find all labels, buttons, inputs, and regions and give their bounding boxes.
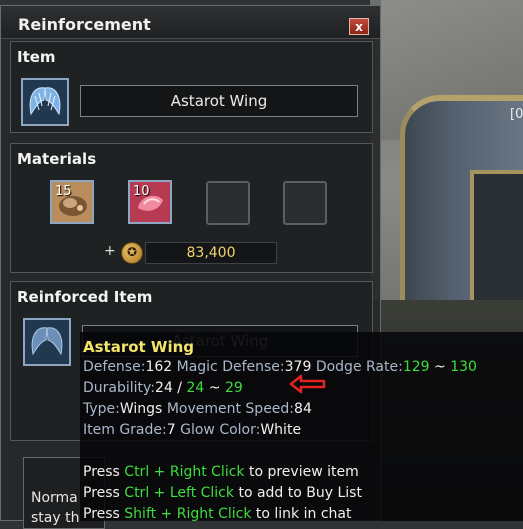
durability-max: 29	[224, 380, 243, 396]
material-slot-3[interactable]	[206, 181, 250, 225]
materials-section-title: Materials	[17, 150, 97, 168]
dodge-rate-sep: ~	[429, 359, 451, 375]
durability-label: Durability:	[83, 380, 156, 396]
item-grade-value: 7	[166, 422, 176, 438]
reinforced-section-title: Reinforced Item	[17, 288, 153, 306]
movement-speed-value: 84	[294, 401, 312, 417]
tooltip-stats-line: Defense:162 Magic Defense:379 Dodge Rate…	[83, 359, 477, 375]
hint-preview-key: Ctrl + Right Click	[124, 464, 245, 480]
tooltip-hint-chat: Press Shift + Right Click to link in cha…	[83, 506, 351, 522]
defense-label: Defense:	[83, 359, 146, 375]
wing-icon	[23, 80, 67, 124]
cost-value: 83,400	[145, 242, 277, 264]
red-arrow-icon	[289, 374, 326, 394]
material-count-1: 15	[55, 184, 72, 199]
dodge-rate-max: 130	[450, 359, 477, 375]
hint-chat-pre: Press	[83, 506, 125, 522]
defense-value: 162	[145, 359, 173, 375]
notice-text: Norma stay th	[31, 488, 79, 528]
wing-icon	[25, 320, 69, 364]
notice-line-1: Norma	[31, 490, 78, 506]
movement-speed-label: Movement Speed:	[166, 401, 295, 417]
material-count-2: 10	[133, 184, 150, 199]
window-titlebar[interactable]: Reinforcement x	[1, 6, 380, 39]
item-section-title: Item	[17, 48, 56, 66]
close-button[interactable]: x	[349, 18, 369, 35]
type-label: Type:	[83, 401, 120, 417]
item-section: Item Astarot Wing	[10, 41, 373, 133]
tooltip-durability-line: Durability:24 / 24 ~ 29	[83, 380, 243, 396]
cost-plus-sign: +	[104, 243, 116, 259]
hint-chat-post: to link in chat	[251, 506, 352, 522]
notice-line-2: stay th	[31, 510, 80, 526]
scene-corner-mark: [0	[510, 107, 523, 122]
item-tooltip: Astarot Wing Defense:162 Magic Defense:3…	[80, 332, 523, 522]
hint-preview-post: to preview item	[244, 464, 359, 480]
hint-preview-pre: Press	[83, 464, 125, 480]
glow-color-label: Glow Color:	[180, 422, 261, 438]
glow-color-value: White	[260, 422, 302, 438]
item-slot[interactable]	[21, 78, 69, 126]
item-grade-label: Item Grade:	[83, 422, 167, 438]
dodge-rate-min: 129	[402, 359, 430, 375]
durability-sep: /	[172, 380, 187, 396]
durability-min: 24	[186, 380, 205, 396]
tooltip-hint-preview: Press Ctrl + Right Click to preview item	[83, 464, 359, 480]
window-title: Reinforcement	[18, 15, 151, 34]
hint-chat-key: Shift + Right Click	[124, 506, 252, 522]
scene-pillar-inner	[470, 170, 523, 308]
tooltip-type-line: Type:Wings Movement Speed:84	[83, 401, 312, 417]
magic-defense-label: Magic Defense:	[176, 359, 285, 375]
material-slot-1[interactable]: 15	[50, 180, 94, 224]
durability-current: 24	[155, 380, 173, 396]
item-name-field: Astarot Wing	[80, 85, 358, 117]
material-slot-4[interactable]	[283, 181, 327, 225]
hint-buylist-key: Ctrl + Left Click	[124, 485, 234, 501]
magic-defense-value: 379	[284, 359, 312, 375]
hint-buylist-post: to add to Buy List	[234, 485, 362, 501]
reinforced-item-slot[interactable]	[23, 318, 71, 366]
durability-tilde: ~	[204, 380, 225, 396]
gold-coin-icon: ✪	[121, 242, 143, 264]
material-slot-2[interactable]: 10	[128, 180, 172, 224]
hint-buylist-pre: Press	[83, 485, 125, 501]
tooltip-hint-buylist: Press Ctrl + Left Click to add to Buy Li…	[83, 485, 362, 501]
dodge-rate-label: Dodge Rate:	[315, 359, 403, 375]
tooltip-title: Astarot Wing	[83, 338, 195, 356]
type-value: Wings	[119, 401, 163, 417]
tooltip-grade-line: Item Grade:7 Glow Color:White	[83, 422, 301, 438]
